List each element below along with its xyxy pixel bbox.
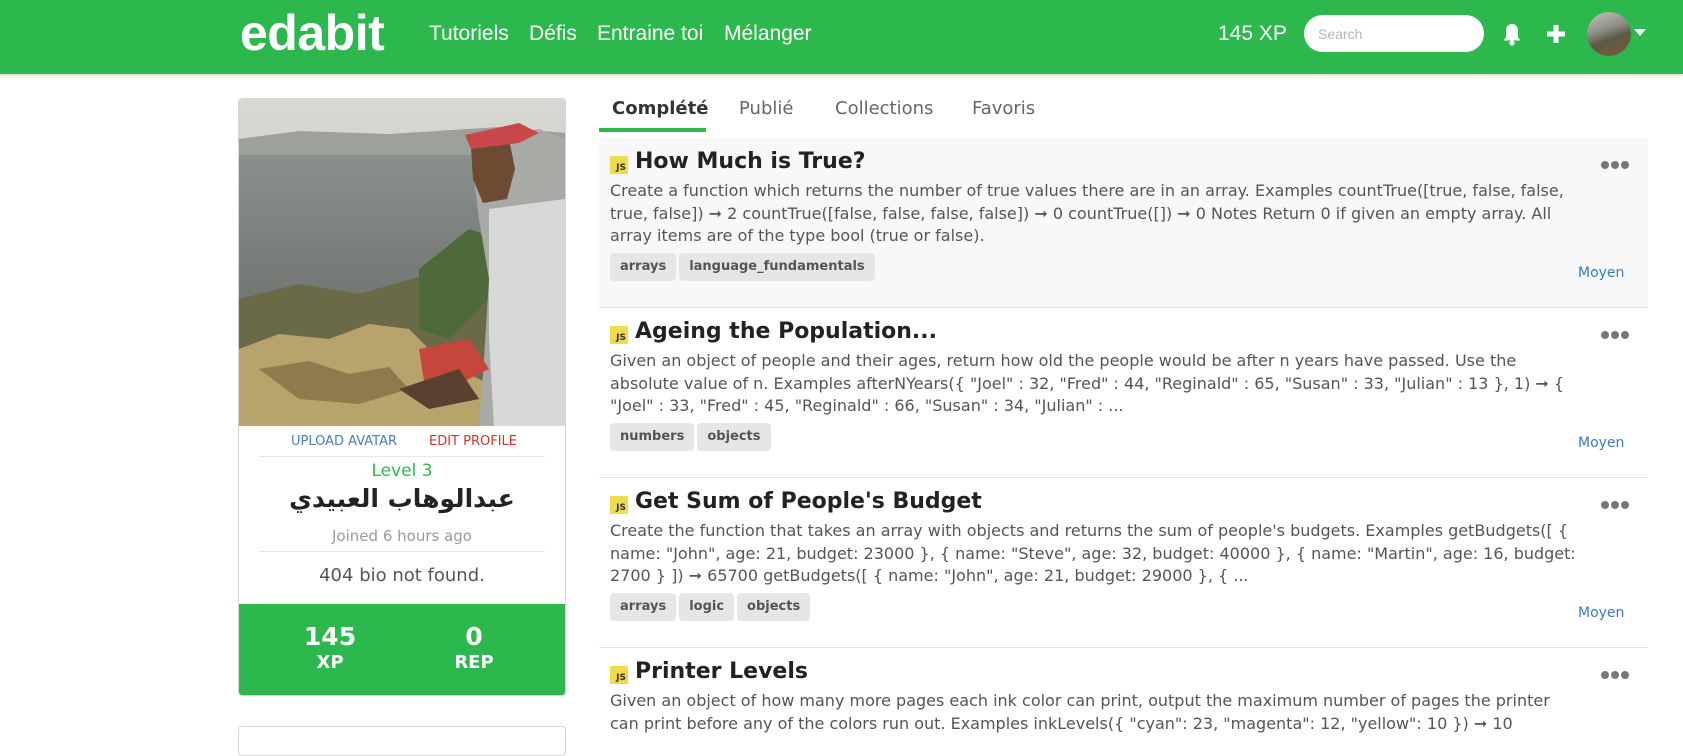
stat-xp-label: XP (316, 652, 344, 673)
stat-rep: 0 REP (424, 622, 524, 673)
plus-icon[interactable] (1543, 21, 1569, 47)
joined-date: Joined 6 hours ago (332, 527, 472, 545)
tag[interactable]: arrays (610, 253, 677, 281)
secondary-card (238, 726, 566, 756)
stat-rep-label: REP (454, 652, 494, 673)
edit-profile-link[interactable]: EDIT PROFILE (429, 434, 517, 449)
difficulty-label[interactable]: Moyen (1578, 435, 1624, 451)
challenge-item: JS How Much is True? Create a function w… (599, 138, 1648, 308)
nav-tutoriels[interactable]: Tutoriels (429, 22, 509, 46)
tag[interactable]: language_fundamentals (679, 253, 875, 281)
tag[interactable]: objects (697, 423, 771, 451)
nav-melanger[interactable]: Mélanger (724, 22, 812, 46)
challenge-description: Create a function which returns the numb… (610, 181, 1564, 245)
stat-rep-value: 0 (465, 622, 483, 651)
user-name: عبدالوهاب العبيدي (289, 484, 515, 513)
js-language-icon: JS (610, 326, 628, 344)
challenge-title[interactable]: Get Sum of People's Budget (635, 489, 982, 514)
js-language-icon: JS (610, 666, 628, 684)
js-language-icon: JS (610, 156, 628, 174)
stats-panel: 145 XP 0 REP (239, 604, 565, 695)
tab-complete[interactable]: Complété (612, 98, 708, 119)
more-options-icon[interactable] (1601, 494, 1631, 509)
user-level: Level 3 (371, 461, 433, 481)
challenge-title[interactable]: How Much is True? (635, 149, 866, 174)
bell-icon[interactable] (1500, 22, 1524, 48)
tag[interactable]: objects (737, 593, 811, 621)
divider (259, 551, 545, 552)
profile-links: UPLOAD AVATAR EDIT PROFILE (239, 434, 565, 454)
challenge-description: Create the function that takes an array … (610, 521, 1576, 585)
upload-avatar-link[interactable]: UPLOAD AVATAR (291, 434, 397, 449)
difficulty-label[interactable]: Moyen (1578, 605, 1624, 621)
xp-counter: 145 XP (1218, 22, 1287, 45)
tag[interactable]: logic (679, 593, 735, 621)
tab-publie[interactable]: Publié (739, 98, 793, 119)
nav-entraine-toi[interactable]: Entraine toi (597, 22, 703, 46)
avatar[interactable] (1587, 12, 1631, 56)
challenge-tags: arrays language_fundamentals (610, 253, 878, 281)
profile-photo (239, 99, 565, 426)
more-options-icon[interactable] (1601, 324, 1631, 339)
challenge-item: JS Get Sum of People's Budget Create the… (599, 478, 1648, 648)
challenge-description: Given an object of how many more pages e… (610, 691, 1550, 733)
challenge-title[interactable]: Printer Levels (635, 659, 808, 684)
profile-tabs: Complété Publié Collections Favoris (599, 90, 1649, 132)
challenge-title[interactable]: Ageing the Population... (635, 319, 937, 344)
more-options-icon[interactable] (1601, 154, 1631, 169)
stat-xp: 145 XP (280, 622, 380, 673)
stat-xp-value: 145 (303, 622, 357, 651)
challenge-item: JS Ageing the Population... Given an obj… (599, 308, 1648, 478)
divider (259, 456, 545, 457)
active-tab-indicator (599, 128, 706, 132)
profile-card: UPLOAD AVATAR EDIT PROFILE Level 3 عبدال… (238, 98, 566, 696)
tab-collections[interactable]: Collections (835, 98, 933, 119)
tab-favoris[interactable]: Favoris (972, 98, 1035, 119)
top-navbar: edabit Tutoriels Défis Entraine toi Méla… (0, 0, 1683, 74)
challenge-description: Given an object of people and their ages… (610, 351, 1565, 415)
caret-down-icon[interactable] (1634, 29, 1646, 36)
tag[interactable]: numbers (610, 423, 695, 451)
tag[interactable]: arrays (610, 593, 677, 621)
difficulty-label[interactable]: Moyen (1578, 265, 1624, 281)
more-options-icon[interactable] (1601, 664, 1631, 679)
search-input[interactable] (1304, 15, 1484, 52)
challenge-tags: numbers objects (610, 423, 774, 451)
js-language-icon: JS (610, 496, 628, 514)
nav-defis[interactable]: Défis (529, 22, 577, 46)
site-logo[interactable]: edabit (240, 4, 385, 62)
challenge-item: JS Printer Levels Given an object of how… (599, 648, 1648, 748)
challenge-tags: arrays logic objects (610, 593, 813, 621)
user-bio: 404 bio not found. (319, 565, 485, 586)
